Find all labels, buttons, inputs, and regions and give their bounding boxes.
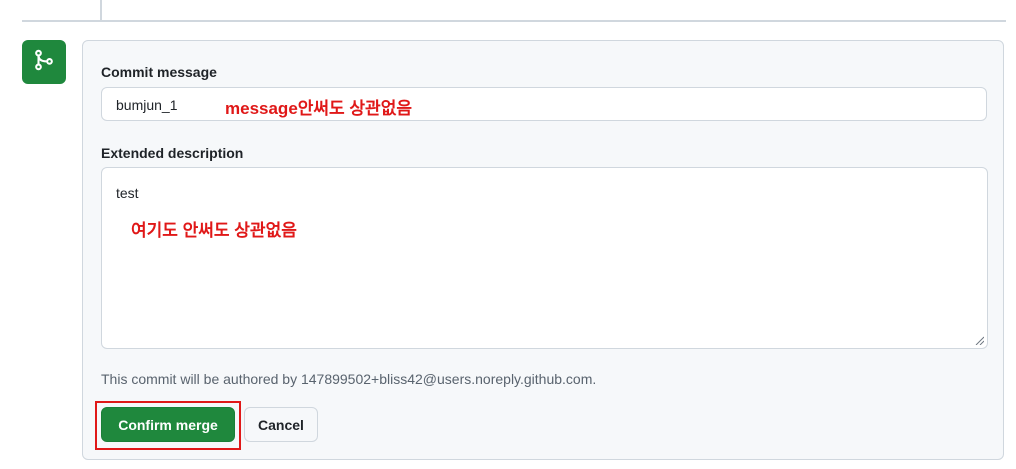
confirm-highlight-box <box>95 401 241 450</box>
commit-message-label: Commit message <box>101 64 217 80</box>
extended-description-label: Extended description <box>101 145 244 161</box>
description-annotation: 여기도 안써도 상관없음 <box>131 221 297 240</box>
cancel-button[interactable]: Cancel <box>244 407 318 442</box>
commit-message-value: bumjun_1 <box>116 97 178 113</box>
commit-message-input[interactable]: bumjun_1 message안써도 상관없음 <box>101 87 987 121</box>
extended-description-textarea[interactable]: test 여기도 안써도 상관없음 <box>101 167 988 349</box>
resize-handle-icon[interactable] <box>974 335 984 345</box>
timeline-line <box>100 0 102 20</box>
extended-description-value: test <box>116 185 139 201</box>
merge-form: Commit message bumjun_1 message안써도 상관없음 … <box>82 40 1004 460</box>
message-annotation: message안써도 상관없음 <box>225 99 412 118</box>
timeline-divider <box>22 20 1006 22</box>
merge-badge <box>22 40 66 84</box>
git-merge-icon <box>33 49 55 76</box>
author-note: This commit will be authored by 14789950… <box>101 371 597 387</box>
